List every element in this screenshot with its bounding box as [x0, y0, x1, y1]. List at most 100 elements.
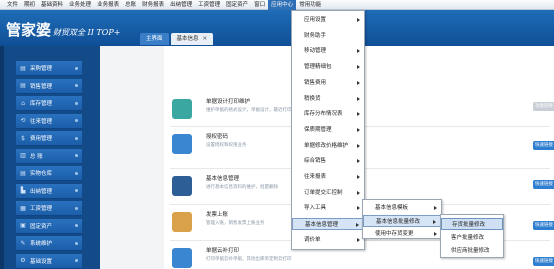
function-card[interactable]: 单据设计打印维护 维护单据的格式设计，单据设计，最近打印设置 — [172, 95, 301, 133]
menubar-item[interactable]: 工资管理 — [195, 0, 223, 10]
quick-link-button[interactable]: 快速链接 — [533, 141, 554, 150]
chevron-right-icon — [357, 206, 360, 211]
sidebar-item-label: 往来管理 — [30, 118, 53, 125]
menu-item-label: 导入工具 — [304, 205, 327, 212]
quick-link-button[interactable]: 功能链接 — [533, 102, 554, 111]
sidebar-item-icon: ▤ — [20, 169, 26, 177]
basic-info-submenu: 基本信息模板基本信息批量修改使用中存货变更 — [362, 199, 442, 239]
sidebar-item-dot — [75, 66, 78, 70]
sidebar-item-icon: ✎ — [20, 239, 26, 247]
menubar-item[interactable]: 固定资产 — [223, 0, 251, 10]
tab-basic-info[interactable]: 基本信息 ✕ — [170, 33, 214, 45]
sidebar-item-dot — [75, 206, 78, 210]
menubar-item[interactable]: 业务处理 — [66, 0, 94, 10]
menu-item[interactable]: 单据修改价格维护 — [292, 140, 364, 152]
menubar-item[interactable]: 常用功能 — [296, 0, 324, 10]
menu-item[interactable]: 销售费用 — [292, 77, 364, 89]
sidebar-item[interactable]: ▦ 工资管理 — [16, 201, 82, 216]
menu-item[interactable]: 调价单 — [292, 234, 364, 246]
menu-item-label: 移动管理 — [304, 48, 327, 55]
function-card[interactable]: 授权密码 设置授权和权限业务 — [172, 130, 292, 168]
submenu-item[interactable]: 使用中存货变更 — [363, 228, 441, 240]
sidebar-item-icon: ▦ — [20, 204, 26, 212]
menu-item-label: 往来报表 — [304, 174, 327, 180]
sidebar-item[interactable]: ▤ 实物仓库 — [16, 166, 82, 181]
function-card-title: 单据云补打印 — [206, 248, 240, 254]
menu-item[interactable]: 移动管理 — [292, 45, 364, 57]
menu-item[interactable]: 财务助手 — [292, 30, 364, 42]
close-icon[interactable]: ✕ — [203, 36, 208, 42]
submenu-item[interactable]: 供应商批量修改 — [441, 245, 503, 257]
sidebar-item[interactable]: ⚙ 基础设置 — [16, 253, 82, 269]
function-card-title: 单据设计打印维护 — [206, 99, 251, 105]
submenu-item[interactable]: 存货批量修改 — [441, 218, 503, 230]
menu-item-label: 订单提交汇控制 — [304, 189, 343, 196]
menubar-item[interactable]: 窗口 — [251, 0, 268, 10]
sidebar-item-dot — [75, 241, 78, 245]
menu-item-label: 保质期管理 — [304, 126, 332, 133]
function-card[interactable]: 单据云补打印 打印单据云补单据，其他出库单定制云打印 — [172, 244, 292, 269]
sidebar-item-dot — [75, 171, 78, 175]
menu-item[interactable]: 应用设置 — [292, 14, 364, 26]
sidebar-item-icon: ⌂ — [21, 99, 25, 107]
app-header: 管家婆 财贸双全 II TOP+ 主界面 基本信息 ✕ — [0, 10, 554, 46]
app-center-menu: 应用设置财务助手移动管理管理精细包销售费用稍换货库存分布情况表保质期管理单据修改… — [291, 10, 365, 250]
chevron-right-icon — [357, 96, 360, 101]
sidebar-item[interactable]: ⌂ 库存管理 — [16, 96, 82, 111]
sidebar-item-icon: ▤ — [20, 82, 26, 89]
function-card-title: 发票上账 — [206, 212, 229, 218]
submenu-item-label: 使用中存货变更 — [375, 231, 414, 237]
sidebar-item[interactable]: ▙ 出纳管理 — [16, 183, 82, 199]
menu-item[interactable]: 基本信息管理 — [292, 218, 364, 231]
sidebar: ▤ 采购管理 ▤ 销售管理 ⌂ 库存管理 ⟲ 往来管理 $ 费用管理 ▥ 总 账 ▤ 实物仓库 ▙ 出纳管理 ▦… — [0, 46, 100, 269]
sidebar-item-dot — [75, 101, 78, 105]
sidebar-item-dot — [75, 189, 78, 192]
sidebar-item[interactable]: ▥ 总 账 — [16, 148, 82, 164]
submenu-item-label: 基本信息模板 — [375, 205, 409, 211]
menubar-item[interactable]: 出纳管理 — [167, 0, 195, 10]
menu-item[interactable]: 综合销售 — [292, 155, 364, 167]
function-card-desc: 进行基本信息资料的维护，批量删除 — [206, 185, 278, 190]
submenu-item[interactable]: 基本信息模板 — [363, 202, 441, 214]
chevron-right-icon — [357, 112, 360, 117]
quick-link-button[interactable]: 快速链接 — [533, 180, 554, 189]
sidebar-item-label: 工资管理 — [30, 206, 53, 212]
sidebar-item[interactable]: ▤ 销售管理 — [16, 78, 82, 94]
tab-basic-info-label: 基本信息 — [176, 36, 199, 42]
tab-home[interactable]: 主界面 — [140, 33, 169, 45]
menubar-item[interactable]: 基础资料 — [38, 0, 66, 10]
chevron-right-icon — [434, 206, 437, 210]
sidebar-item[interactable]: ⟲ 往来管理 — [16, 113, 82, 129]
quick-link-button[interactable]: 快速链接 — [533, 221, 554, 230]
quick-link-button[interactable]: 快速链接 — [533, 257, 554, 266]
menu-item[interactable]: 稍换货 — [292, 93, 364, 105]
sidebar-item[interactable]: ▤ 采购管理 — [16, 61, 82, 76]
menu-item[interactable]: 导入工具 — [292, 202, 364, 214]
sidebar-item-icon: ▙ — [20, 187, 26, 194]
sidebar-item-label: 固定资产 — [30, 223, 53, 230]
submenu-item[interactable]: 客户批量修改 — [441, 232, 503, 244]
main-left-gutter — [100, 46, 164, 269]
menubar-item[interactable]: 财务报表 — [139, 0, 167, 10]
sidebar-item[interactable]: $ 费用管理 — [16, 131, 82, 146]
menu-item[interactable]: 订单提交汇控制 — [292, 187, 364, 199]
menu-item[interactable]: 库存分布情况表 — [292, 108, 364, 120]
submenu-item[interactable]: 基本信息批量修改 — [363, 215, 441, 227]
menu-item-label: 综合销售 — [304, 158, 327, 165]
menubar-item[interactable]: 应用中心 — [268, 0, 297, 10]
chevron-right-icon — [357, 49, 360, 54]
menu-item-label: 调价单 — [304, 236, 321, 243]
sidebar-item-label: 费用管理 — [30, 136, 53, 142]
sidebar-item-label: 实物仓库 — [30, 171, 53, 177]
menubar-item[interactable]: 期初 — [21, 0, 38, 10]
menubar-item[interactable]: 文件 — [4, 0, 21, 10]
cloud-print-icon — [172, 248, 192, 268]
menu-item[interactable]: 管理精细包 — [292, 61, 364, 73]
menubar-item[interactable]: 总账 — [122, 0, 139, 10]
menu-item[interactable]: 保质期管理 — [292, 124, 364, 136]
sidebar-item[interactable]: ▣ 固定资产 — [16, 218, 82, 234]
sidebar-item[interactable]: ✎ 系统维护 — [16, 236, 82, 251]
menubar-item[interactable]: 业务报表 — [94, 0, 122, 10]
sidebar-item-dot — [75, 119, 78, 122]
menu-item[interactable]: 往来报表 — [292, 171, 364, 183]
